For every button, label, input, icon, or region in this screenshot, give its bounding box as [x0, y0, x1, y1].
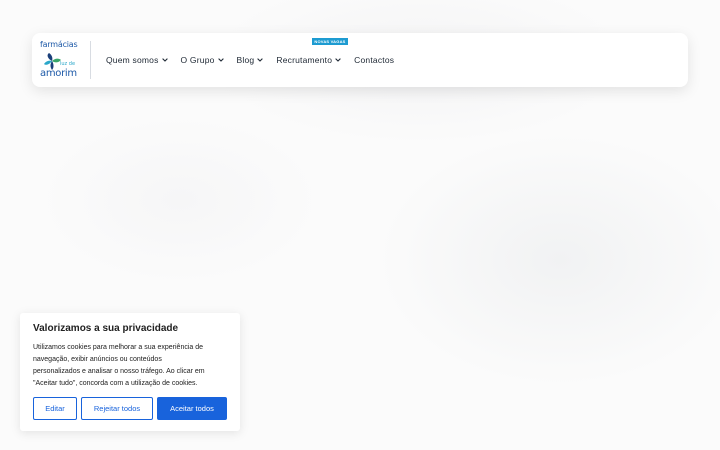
menu-item-label: O Grupo [180, 55, 215, 65]
cookie-consent-banner: Valorizamos a sua privacidade Utilizamos… [20, 313, 240, 431]
chevron-down-icon [217, 58, 224, 62]
menu-item-blog[interactable]: Blog [237, 55, 264, 65]
menu-item-quem-somos[interactable]: Quem somos [106, 55, 168, 65]
cookie-text-line: navegação, exibir anúncios ou conteúdos [33, 356, 162, 363]
cookie-text-line: "Aceitar tudo", concorda com a utilizaçã… [33, 380, 198, 387]
chevron-down-icon [257, 58, 264, 62]
menu-item-label: Quem somos [106, 55, 159, 65]
new-vacancies-badge: NOVAS VAGAS [312, 38, 348, 45]
main-menu: Quem somos O Grupo Blog NOVAS VAGAS Recr… [106, 33, 407, 87]
chevron-down-icon [161, 58, 168, 62]
chevron-down-icon [335, 58, 341, 62]
logo-bottom-text: amorim [40, 68, 77, 79]
cookie-title: Valorizamos a sua privacidade [33, 323, 179, 334]
cookie-text-line: personalizados e analisar o nosso tráfeg… [33, 368, 205, 375]
menu-item-contactos[interactable]: Contactos [354, 55, 394, 65]
nav-divider [90, 41, 91, 79]
edit-cookies-button[interactable]: Editar [33, 397, 77, 420]
accept-all-button[interactable]: Aceitar todos [157, 397, 227, 420]
cookie-description: Utilizamos cookies para melhorar a sua e… [33, 342, 233, 390]
cookie-text-line: Utilizamos cookies para melhorar a sua e… [33, 344, 204, 351]
logo-top-text: farmácias [40, 40, 78, 49]
menu-item-label: Recrutamento [276, 55, 333, 65]
menu-item-recrutamento[interactable]: NOVAS VAGAS Recrutamento [276, 38, 348, 65]
reject-all-button[interactable]: Rejeitar todos [81, 397, 153, 420]
logo-mid-text: luz de [60, 61, 76, 67]
brand-logo[interactable]: farmácias luz de amorim [38, 39, 78, 81]
menu-item-label: Blog [236, 55, 255, 65]
menu-item-o-grupo[interactable]: O Grupo [181, 55, 224, 65]
menu-item-label: Contactos [354, 55, 395, 65]
top-navbar: farmácias luz de amorim Quem somos O Gru… [32, 33, 688, 87]
